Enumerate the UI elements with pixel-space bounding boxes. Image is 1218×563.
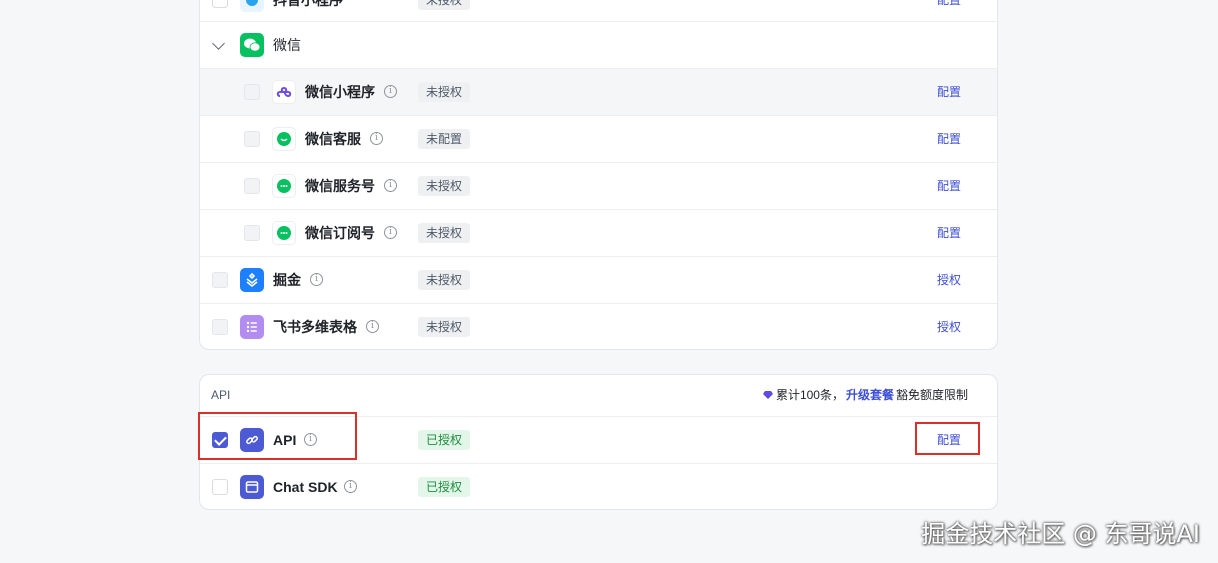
wechat-icon (240, 33, 264, 57)
row-checkbox[interactable] (212, 319, 228, 335)
item-name: 飞书多维表格 (273, 319, 357, 335)
info-icon[interactable]: i (366, 320, 379, 333)
item-name: Chat SDK (273, 479, 338, 495)
configure-link[interactable]: 配置 (937, 116, 961, 163)
row-checkbox[interactable] (212, 272, 228, 288)
row-checkbox[interactable] (212, 0, 228, 8)
diamond-icon (762, 391, 773, 399)
row-checkbox[interactable] (244, 178, 260, 194)
miniprogram-icon (272, 80, 296, 104)
wechat-subscription-icon (272, 221, 296, 245)
authorize-link[interactable]: 授权 (937, 257, 961, 304)
quota-notice: 累计100条， 升级套餐 豁免额度限制 (762, 375, 968, 416)
item-name: 微信订阅号 (305, 225, 375, 241)
highlight-box-configure (915, 422, 980, 455)
douyin-miniprogram-icon (240, 0, 264, 12)
upgrade-plan-link[interactable]: 升级套餐 (846, 388, 894, 402)
row-checkbox[interactable] (244, 131, 260, 147)
list-item: 飞书多维表格 i 未授权 授权 (200, 303, 997, 349)
item-name: 微信服务号 (305, 178, 375, 194)
juejin-icon (240, 268, 264, 292)
wechat-service-account-icon (272, 174, 296, 198)
wechat-group-row[interactable]: 微信 (200, 21, 997, 68)
feishu-bitable-icon (240, 315, 264, 339)
info-icon[interactable]: i (384, 179, 397, 192)
info-icon[interactable]: i (384, 85, 397, 98)
item-name: 微信小程序 (305, 84, 375, 100)
quota-text: 累计100条， (775, 388, 844, 402)
highlight-box-api-row (198, 412, 357, 460)
item-name: 掘金 (273, 272, 301, 288)
quota-suffix: 豁免额度限制 (895, 388, 968, 402)
list-item: Chat SDK i 已授权 (200, 463, 997, 509)
list-item: 微信订阅号 i 未授权 配置 (200, 209, 997, 256)
status-badge: 未授权 (418, 223, 471, 243)
info-icon[interactable]: i (384, 226, 397, 239)
watermark-text: 掘金技术社区 @ 东哥说AI (921, 520, 1200, 548)
configure-link[interactable]: 配置 (937, 210, 961, 257)
row-checkbox[interactable] (212, 479, 228, 495)
item-name: 微信客服 (305, 131, 361, 147)
status-badge: 未授权 (418, 270, 471, 290)
api-section-header: API 累计100条， 升级套餐 豁免额度限制 (200, 375, 997, 416)
info-icon[interactable]: i (344, 480, 357, 493)
status-badge: 未授权 (418, 0, 471, 10)
chat-sdk-window-icon (240, 475, 264, 499)
info-icon[interactable]: i (310, 273, 323, 286)
group-label: 微信 (273, 37, 301, 53)
section-title: API (211, 388, 231, 402)
list-item: 微信服务号 i 未授权 配置 (200, 162, 997, 209)
status-badge: 已授权 (418, 430, 471, 450)
status-badge: 已授权 (418, 477, 471, 497)
list-item: 掘金 i 未授权 授权 (200, 256, 997, 303)
configure-link[interactable]: 配置 (937, 163, 961, 210)
list-item: 微信小程序 i 未授权 配置 (200, 68, 997, 115)
status-badge: 未授权 (418, 176, 471, 196)
row-checkbox[interactable] (244, 84, 260, 100)
row-checkbox[interactable] (244, 225, 260, 241)
wechat-customer-service-icon (272, 127, 296, 151)
status-badge: 未配置 (418, 129, 471, 149)
chevron-down-icon[interactable] (212, 37, 225, 50)
channel-list-card: 抖音小程序 未授权 配置 微信 微信小程序 i 未授权 配置 微信客服 i 未配… (199, 0, 998, 350)
authorize-link[interactable]: 授权 (937, 304, 961, 349)
status-badge: 未授权 (418, 317, 471, 337)
list-item: 微信客服 i 未配置 配置 (200, 115, 997, 162)
configure-link[interactable]: 配置 (937, 69, 961, 116)
info-icon[interactable]: i (370, 132, 383, 145)
status-badge: 未授权 (418, 82, 471, 102)
